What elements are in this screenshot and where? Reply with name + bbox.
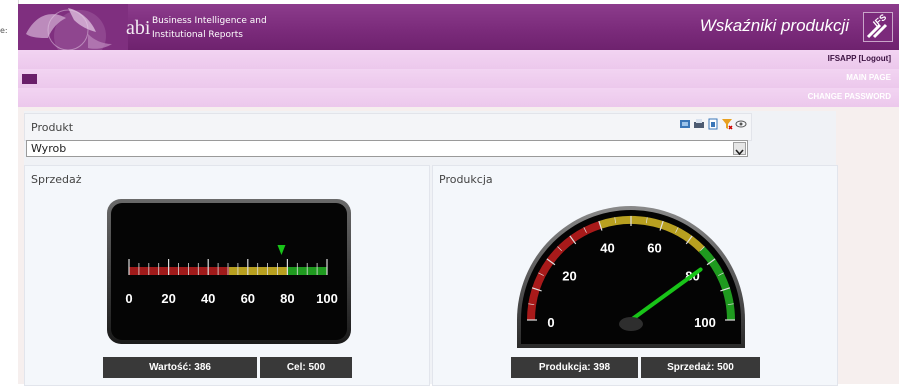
sprzedaz-target-label: Sprzedaż: 500: [641, 357, 760, 378]
scale-label: 40: [201, 291, 215, 306]
scale-label: 0: [547, 315, 554, 330]
svg-text:abi: abi: [126, 17, 150, 39]
scale-label: 60: [241, 291, 255, 306]
main-page-link[interactable]: MAIN PAGE: [846, 73, 891, 82]
produkt-select[interactable]: Wyrob: [26, 140, 748, 157]
produkt-header: Produkt: [24, 113, 752, 141]
left-sidebar-strip: e:: [0, 0, 19, 384]
scale-label: 100: [316, 291, 338, 306]
produkt-label: Produkt: [31, 121, 74, 134]
globe-logo-icon: [18, 4, 128, 62]
change-password-link[interactable]: CHANGE PASSWORD: [808, 92, 891, 101]
scale-label: 20: [562, 268, 576, 283]
print-icon[interactable]: [693, 118, 705, 130]
produkcja-value-label: Produkcja: 398: [511, 357, 638, 378]
scale-label: 60: [647, 241, 661, 256]
app-header: abi Business Intelligence and Institutio…: [18, 4, 899, 62]
brand-line-1: Business Intelligence and: [152, 16, 267, 26]
scale-label: 0: [125, 291, 132, 306]
ifs-logo-icon: IFS: [863, 12, 893, 42]
refresh-icon[interactable]: [679, 118, 691, 130]
scale-label: 40: [600, 241, 614, 256]
produkt-select-value: Wyrob: [31, 142, 67, 155]
scale-label: 20: [161, 291, 175, 306]
cel-label: Cel: 500: [260, 357, 352, 378]
produkcja-panel: Produkcja 020406080100 Produkcja: 398 Sp…: [432, 165, 838, 386]
logout-link[interactable]: IFSAPP [Logout]: [828, 54, 891, 63]
scale-label: 80: [280, 291, 294, 306]
user-bar: IFSAPP [Logout]: [18, 50, 899, 69]
page-title: Wskaźniki produkcji: [699, 16, 849, 35]
brand-text: Business Intelligence and Institutional …: [152, 14, 267, 42]
scale-label: 100: [694, 315, 716, 330]
export-icon[interactable]: [707, 118, 719, 130]
sprzedaz-title: Sprzedaż: [31, 173, 82, 186]
sprzedaz-panel: Sprzedaż 0 20 40 60 80 100 Wartość: 386 Cel: …: [24, 165, 430, 386]
produkcja-title: Produkcja: [439, 173, 493, 186]
filter-icon[interactable]: [721, 118, 733, 130]
radial-gauge: 020406080100: [517, 206, 745, 348]
view-icon[interactable]: [735, 118, 747, 130]
wartosc-label: Wartość: 386: [103, 357, 257, 378]
toolbar: [679, 118, 747, 132]
left-strip-label: e:: [0, 26, 8, 35]
nav-bar-password: CHANGE PASSWORD: [18, 88, 899, 107]
abi-logo-icon: abi: [126, 17, 150, 39]
menu-toggle-icon[interactable]: [22, 74, 37, 84]
chevron-down-icon[interactable]: [733, 142, 746, 156]
brand-line-2: Institutional Reports: [152, 30, 243, 40]
linear-gauge: 0 20 40 60 80 100: [107, 199, 351, 344]
nav-bar-main: MAIN PAGE: [18, 69, 899, 88]
